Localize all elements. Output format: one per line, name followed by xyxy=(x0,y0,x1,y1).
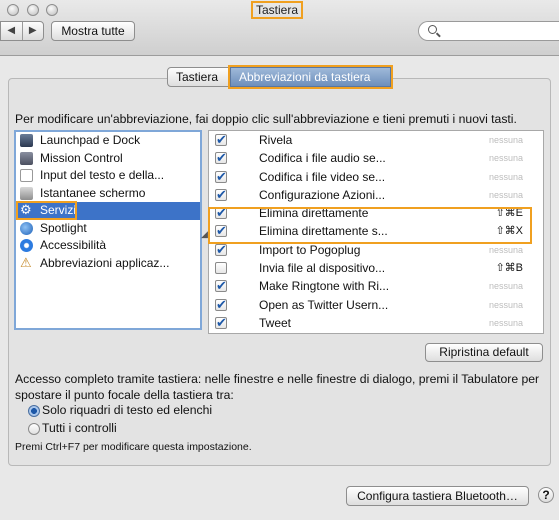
close-window-icon[interactable] xyxy=(7,4,19,16)
mission-control-icon xyxy=(20,151,33,165)
forward-arrow-icon[interactable]: ▶ xyxy=(23,22,44,40)
list-item[interactable]: Open as Twitter Usern... nessuna xyxy=(209,296,543,314)
list-item[interactable]: Codifica i file video se... nessuna xyxy=(209,168,543,186)
list-item[interactable]: Make Ringtone with Ri... nessuna xyxy=(209,277,543,295)
toolbar: Tastiera ◀ ▶ Mostra tutte xyxy=(0,0,559,56)
radio-button[interactable] xyxy=(28,405,40,417)
radio-button[interactable] xyxy=(28,423,40,435)
list-item[interactable]: Codifica i file audio se... nessuna xyxy=(209,149,543,167)
screenshot-icon xyxy=(20,186,33,200)
service-checkbox[interactable] xyxy=(215,296,227,314)
instructions-text: Per modificare un'abbreviazione, fai dop… xyxy=(15,112,517,126)
split-handle-icon[interactable]: ◢ xyxy=(201,229,208,240)
service-checkbox[interactable] xyxy=(215,168,227,186)
category-list[interactable]: Launchpad e Dock Mission Control Input d… xyxy=(14,130,202,330)
bluetooth-keyboard-button[interactable]: Configura tastiera Bluetooth… xyxy=(346,486,529,506)
service-checkbox[interactable] xyxy=(215,149,227,167)
list-item[interactable]: Tweet nessuna xyxy=(209,314,543,332)
radio-all-controls[interactable]: Tutti i controlli xyxy=(28,421,117,435)
service-checkbox[interactable] xyxy=(215,222,227,240)
category-item-spotlight[interactable]: Spotlight xyxy=(16,220,200,238)
spotlight-icon xyxy=(20,221,33,235)
category-item-accessibility[interactable]: Accessibilità xyxy=(16,237,200,255)
zoom-window-icon[interactable] xyxy=(46,4,58,16)
list-item[interactable]: Configurazione Azioni... nessuna xyxy=(209,186,543,204)
back-forward-buttons: ◀ ▶ xyxy=(0,21,44,41)
radio-text-and-lists[interactable]: Solo riquadri di testo ed elenchi xyxy=(28,403,212,417)
minimize-window-icon[interactable] xyxy=(27,4,39,16)
hint-text: Premi Ctrl+F7 per modificare questa impo… xyxy=(15,441,252,453)
help-icon[interactable]: ? xyxy=(538,487,554,503)
category-item-launchpad[interactable]: Launchpad e Dock xyxy=(16,132,200,150)
tab-keyboard[interactable]: Tastiera xyxy=(167,67,229,87)
launchpad-dock-icon xyxy=(20,134,33,147)
category-item-screenshots[interactable]: Istantanee schermo xyxy=(16,185,200,203)
show-all-button[interactable]: Mostra tutte xyxy=(51,21,135,41)
list-item[interactable]: Elimina direttamente s... ⇧⌘X xyxy=(209,222,543,240)
services-list[interactable]: Rivela nessuna Codifica i file audio se.… xyxy=(208,130,544,334)
service-checkbox[interactable] xyxy=(215,186,227,204)
list-item[interactable]: Import to Pogoplug nessuna xyxy=(209,241,543,259)
service-checkbox[interactable] xyxy=(215,314,227,332)
app-shortcuts-icon: ⚠ xyxy=(20,254,32,270)
list-item[interactable]: Rivela nessuna xyxy=(209,131,543,149)
window-title: Tastiera xyxy=(251,1,303,19)
full-keyboard-access-text: Accesso completo tramite tastiera: nelle… xyxy=(15,372,540,402)
service-checkbox[interactable] xyxy=(215,204,227,222)
back-arrow-icon[interactable]: ◀ xyxy=(1,22,23,40)
service-checkbox[interactable] xyxy=(215,241,227,259)
tab-keyboard-shortcuts[interactable]: Abbreviazioni da tastiera xyxy=(228,65,393,89)
service-checkbox[interactable] xyxy=(215,277,227,295)
category-item-text-input[interactable]: Input del testo e della... xyxy=(16,167,200,185)
text-input-icon xyxy=(20,169,33,182)
accessibility-icon xyxy=(20,239,33,252)
list-item[interactable]: Invia file al dispositivo... ⇧⌘B xyxy=(209,259,543,277)
tab-bar: Tastiera Abbreviazioni da tastiera xyxy=(167,65,393,89)
services-highlight xyxy=(16,201,77,220)
search-input[interactable] xyxy=(418,21,559,41)
search-icon xyxy=(428,25,437,34)
category-item-services[interactable]: ⚙ Servizi xyxy=(16,201,200,220)
list-item[interactable]: Elimina direttamente ⇧⌘E xyxy=(209,204,543,222)
category-item-app-shortcuts[interactable]: ⚠ Abbreviazioni applicaz... xyxy=(16,255,200,273)
service-checkbox[interactable] xyxy=(215,131,227,149)
service-checkbox[interactable] xyxy=(215,262,227,275)
category-item-mission-control[interactable]: Mission Control xyxy=(16,150,200,168)
restore-default-button[interactable]: Ripristina default xyxy=(425,343,543,362)
